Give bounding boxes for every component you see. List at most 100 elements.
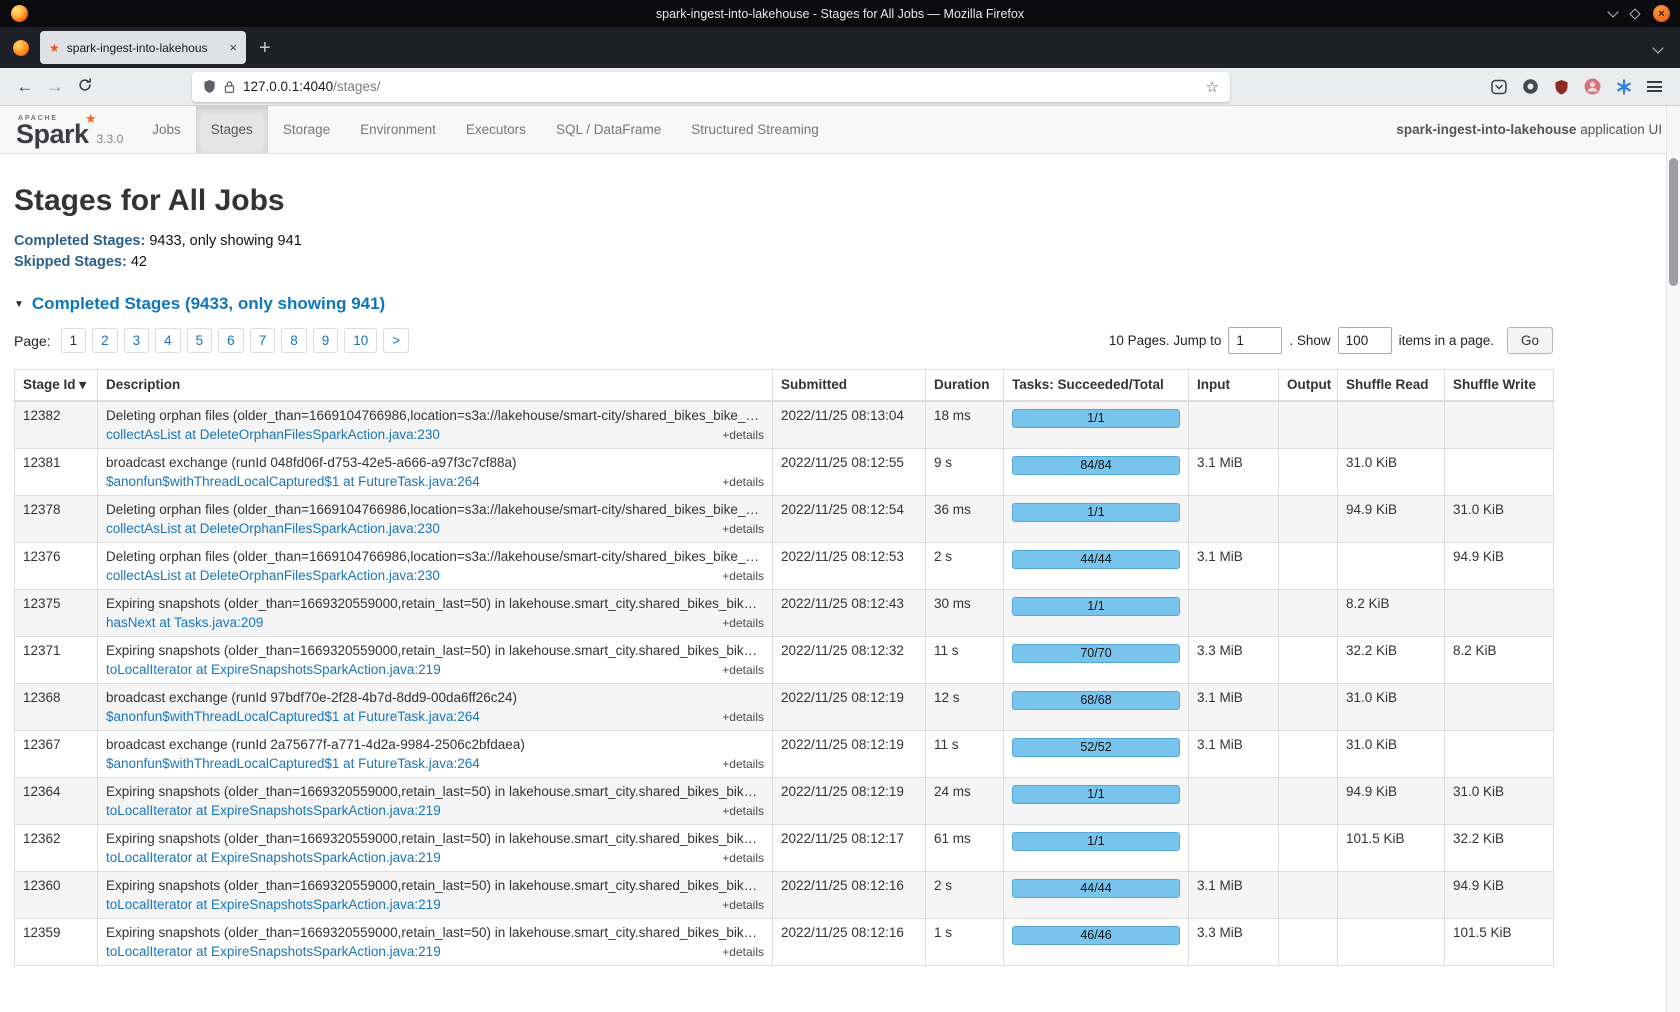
stage-id-cell: 12359 xyxy=(15,919,98,966)
completed-stages-section-header[interactable]: ▼ Completed Stages (9433, only showing 9… xyxy=(14,294,1553,314)
details-toggle[interactable]: +details xyxy=(722,757,764,771)
nav-tab-environment[interactable]: Environment xyxy=(345,106,451,153)
pagination-page-1-button[interactable]: 1 xyxy=(61,328,87,353)
pagination-page-7-button[interactable]: 7 xyxy=(250,328,276,353)
new-tab-button[interactable]: + xyxy=(259,38,271,58)
pagination-pages: 12345678910> xyxy=(61,328,410,353)
shuffle-read-cell xyxy=(1338,919,1445,966)
tab-close-icon[interactable]: × xyxy=(229,41,237,54)
page-label: Page: xyxy=(14,333,51,349)
firefox-view-icon[interactable] xyxy=(13,40,29,56)
nav-tab-stages[interactable]: Stages xyxy=(196,106,268,153)
spark-logo[interactable]: APACHE Spark ★ xyxy=(16,112,89,148)
details-toggle[interactable]: +details xyxy=(722,804,764,818)
output-cell xyxy=(1279,731,1338,778)
pagination-next-button[interactable]: > xyxy=(383,328,409,353)
section-title[interactable]: Completed Stages (9433, only showing 941… xyxy=(32,294,385,314)
tasks-cell: 1/1 xyxy=(1004,590,1189,637)
stage-callsite-link[interactable]: toLocalIterator at ExpireSnapshotsSparkA… xyxy=(106,944,441,959)
output-cell xyxy=(1279,825,1338,872)
stage-description: broadcast exchange (runId 2a75677f-a771-… xyxy=(106,737,764,752)
reload-button[interactable] xyxy=(70,78,100,95)
stage-callsite-link[interactable]: collectAsList at DeleteOrphanFilesSparkA… xyxy=(106,568,440,583)
stage-callsite-link[interactable]: toLocalIterator at ExpireSnapshotsSparkA… xyxy=(106,662,441,677)
details-toggle[interactable]: +details xyxy=(722,428,764,442)
window-maximize-icon[interactable] xyxy=(1629,8,1640,19)
stage-callsite-link[interactable]: $anonfun$withThreadLocalCaptured$1 at Fu… xyxy=(106,756,480,771)
nav-tab-storage[interactable]: Storage xyxy=(268,106,345,153)
tasks-count: 84/84 xyxy=(1013,457,1179,474)
go-button[interactable]: Go xyxy=(1507,327,1553,354)
details-toggle[interactable]: +details xyxy=(722,851,764,865)
tab-list-chevron-icon[interactable] xyxy=(1654,39,1662,57)
pagination-page-10-button[interactable]: 10 xyxy=(344,328,377,353)
stage-row: 12368 broadcast exchange (runId 97bdf70e… xyxy=(15,684,1554,731)
pagination-page-3-button[interactable]: 3 xyxy=(124,328,150,353)
details-toggle[interactable]: +details xyxy=(722,522,764,536)
scrollbar-track[interactable] xyxy=(1666,106,1680,1012)
tasks-cell: 84/84 xyxy=(1004,449,1189,496)
pagination-page-4-button[interactable]: 4 xyxy=(155,328,181,353)
stage-callsite-link[interactable]: collectAsList at DeleteOrphanFilesSparkA… xyxy=(106,521,440,536)
stage-callsite-link[interactable]: $anonfun$withThreadLocalCaptured$1 at Fu… xyxy=(106,474,480,489)
tracking-shield-icon[interactable] xyxy=(203,79,216,94)
nav-tab-jobs[interactable]: Jobs xyxy=(137,106,196,153)
column-header-shuffle-write[interactable]: Shuffle Write xyxy=(1445,370,1554,402)
spark-nav: JobsStagesStorageEnvironmentExecutorsSQL… xyxy=(137,106,834,153)
pagination-page-2-button[interactable]: 2 xyxy=(92,328,118,353)
tasks-progress-bar: 1/1 xyxy=(1012,785,1180,804)
back-button[interactable]: ← xyxy=(10,78,40,95)
pagination-page-9-button[interactable]: 9 xyxy=(313,328,339,353)
bookmark-star-icon[interactable]: ☆ xyxy=(1206,78,1219,96)
menu-hamburger-icon[interactable] xyxy=(1647,81,1662,92)
details-toggle[interactable]: +details xyxy=(722,475,764,489)
stage-description: Expiring snapshots (older_than=166932055… xyxy=(106,596,764,611)
column-header-input[interactable]: Input xyxy=(1189,370,1279,402)
details-toggle[interactable]: +details xyxy=(722,616,764,630)
scrollbar-thumb[interactable] xyxy=(1669,158,1678,286)
column-header-duration[interactable]: Duration xyxy=(926,370,1004,402)
stage-callsite-link[interactable]: toLocalIterator at ExpireSnapshotsSparkA… xyxy=(106,850,441,865)
column-header-output[interactable]: Output xyxy=(1279,370,1338,402)
extension-circle-icon[interactable] xyxy=(1522,78,1539,95)
stage-callsite-link[interactable]: toLocalIterator at ExpireSnapshotsSparkA… xyxy=(106,897,441,912)
column-header-stage-id[interactable]: Stage Id ▾ xyxy=(15,370,98,402)
shuffle-read-cell xyxy=(1338,872,1445,919)
details-toggle[interactable]: +details xyxy=(722,569,764,583)
column-header-description[interactable]: Description xyxy=(98,370,773,402)
browser-tab[interactable]: ★ spark-ingest-into-lakehous × xyxy=(40,31,246,64)
window-minimize-icon[interactable] xyxy=(1607,6,1618,17)
pocket-icon[interactable] xyxy=(1491,79,1507,95)
stage-callsite-link[interactable]: collectAsList at DeleteOrphanFilesSparkA… xyxy=(106,427,440,442)
output-cell xyxy=(1279,684,1338,731)
pagination-page-5-button[interactable]: 5 xyxy=(187,328,213,353)
nav-tab-sql-dataframe[interactable]: SQL / DataFrame xyxy=(541,106,676,153)
items-per-page-input[interactable] xyxy=(1338,327,1392,354)
details-toggle[interactable]: +details xyxy=(722,898,764,912)
pagination-page-6-button[interactable]: 6 xyxy=(218,328,244,353)
window-close-button[interactable]: × xyxy=(1653,5,1670,22)
profile-avatar-icon[interactable] xyxy=(1584,78,1601,95)
stage-callsite-link[interactable]: toLocalIterator at ExpireSnapshotsSparkA… xyxy=(106,803,441,818)
column-header-submitted[interactable]: Submitted xyxy=(773,370,926,402)
collapse-arrow-icon[interactable]: ▼ xyxy=(14,299,24,310)
submitted-cell: 2022/11/25 08:12:53 xyxy=(773,543,926,590)
details-toggle[interactable]: +details xyxy=(722,945,764,959)
stage-callsite-link[interactable]: $anonfun$withThreadLocalCaptured$1 at Fu… xyxy=(106,709,480,724)
extension-asterisk-icon[interactable] xyxy=(1616,79,1632,95)
column-header-shuffle-read[interactable]: Shuffle Read xyxy=(1338,370,1445,402)
lock-icon[interactable] xyxy=(224,80,235,94)
jump-to-page-input[interactable] xyxy=(1228,327,1282,354)
details-toggle[interactable]: +details xyxy=(722,710,764,724)
details-toggle[interactable]: +details xyxy=(722,663,764,677)
forward-button[interactable]: → xyxy=(40,78,70,95)
pagination-page-8-button[interactable]: 8 xyxy=(281,328,307,353)
nav-tab-executors[interactable]: Executors xyxy=(451,106,541,153)
stage-callsite-link[interactable]: hasNext at Tasks.java:209 xyxy=(106,615,263,630)
shuffle-read-cell: 32.2 KiB xyxy=(1338,637,1445,684)
url-bar[interactable]: 127.0.0.1:4040/stages/ ☆ xyxy=(192,72,1230,102)
column-header-tasks-succeeded-total[interactable]: Tasks: Succeeded/Total xyxy=(1004,370,1189,402)
tasks-progress-bar: 84/84 xyxy=(1012,456,1180,475)
nav-tab-structured-streaming[interactable]: Structured Streaming xyxy=(676,106,834,153)
ublock-shield-icon[interactable] xyxy=(1554,79,1569,95)
